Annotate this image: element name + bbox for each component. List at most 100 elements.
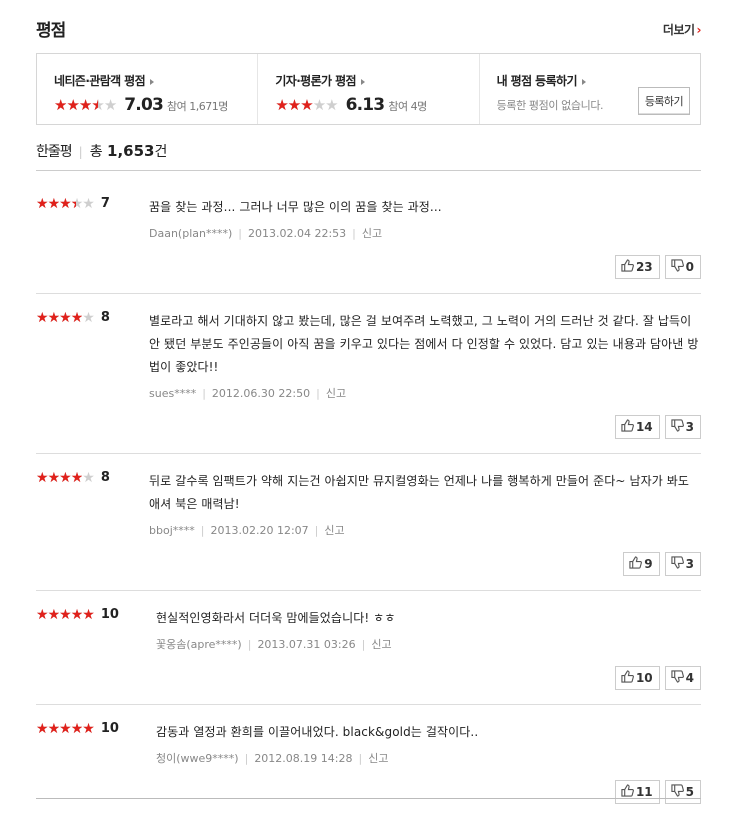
- critic-participants: 참여 4명: [388, 100, 427, 113]
- like-button[interactable]: 10: [614, 666, 660, 690]
- review-item: ★ ★ ★ ★ ★ ★ ★ ★ ★ 8 뒤로 갈수록 임팩트가 약해 지는건 아쉽지만 뮤지컬영화…: [36, 454, 701, 591]
- star-icon: ★★: [59, 606, 72, 623]
- review-user[interactable]: bboj****: [149, 524, 195, 537]
- review-user[interactable]: Daan(plan****): [149, 227, 232, 240]
- dislike-count: 3: [685, 420, 694, 434]
- like-button[interactable]: 14: [614, 415, 660, 439]
- star-icon: ★★: [36, 606, 49, 623]
- review-user[interactable]: 청이(wwe9****): [156, 752, 239, 765]
- star-icon: ★★: [59, 309, 72, 326]
- review-point: 8: [100, 310, 110, 325]
- review-point: 8: [100, 470, 110, 485]
- review-item: ★★★★★★★★★7 꿈을 찾는 과정... 그러나 너무 많은 이의 꿈을 찾…: [36, 180, 701, 294]
- like-button[interactable]: 11: [614, 780, 660, 804]
- thumbs-up-icon: [621, 259, 636, 275]
- review-item: ★ ★ ★ ★ ★ ★ ★ ★ ★ 8 별로라고 해서 기대하지 않고 봤는데, 많은 걸 보여주…: [36, 294, 701, 454]
- triangle-right-icon: [150, 78, 155, 85]
- meta-divider: |: [238, 227, 242, 240]
- like-count: 9: [644, 557, 653, 571]
- star-icon: ★★: [78, 96, 92, 114]
- like-count: 10: [635, 671, 653, 685]
- netizen-score: 네티즌·관람객 평점 ★★★★★★★★★ 7.03 참여 1,671명: [37, 54, 257, 124]
- star-icon: ★★: [59, 195, 72, 212]
- meta-divider: |: [244, 752, 249, 765]
- review-star-rating: ★★★★★★★★★: [36, 309, 95, 326]
- netizen-star-rating: ★★★★★★★★★: [54, 96, 117, 114]
- review-date: 2012.08.19 14:28: [254, 752, 353, 765]
- star-icon: ★: [312, 96, 326, 114]
- star-icon: ★★: [70, 195, 84, 212]
- total-count: 1,653: [107, 142, 155, 160]
- dislike-count: 3: [685, 557, 694, 571]
- star-icon: ★★: [36, 309, 49, 326]
- report-link[interactable]: 신고: [368, 752, 388, 765]
- report-link[interactable]: 신고: [362, 227, 382, 240]
- star-icon: ★★: [59, 469, 72, 486]
- dislike-button[interactable]: 3: [664, 552, 701, 576]
- meta-divider: |: [202, 387, 206, 400]
- thumbs-down-icon: [671, 259, 686, 275]
- dislike-count: 5: [685, 785, 694, 799]
- report-link[interactable]: 신고: [371, 638, 391, 651]
- report-link[interactable]: 신고: [326, 387, 346, 400]
- review-star-rating: ★ ★ ★ ★ ★ ★ ★ ★ ★ ★: [36, 606, 95, 623]
- report-link[interactable]: 신고: [324, 524, 344, 537]
- star-icon: ★★: [275, 96, 288, 114]
- meta-divider: |: [314, 524, 319, 537]
- review-star-rating: ★★★★★★★★★: [36, 469, 95, 486]
- dislike-button[interactable]: 0: [664, 255, 701, 279]
- critic-score-value: 6.13: [345, 95, 386, 115]
- review-user[interactable]: 꽃옹솜(apre****): [156, 638, 242, 651]
- my-score-title: 내 평점 등록하기: [496, 74, 578, 88]
- review-text: 뒤로 갈수록 임팩트가 약해 지는건 아쉽지만 뮤지컬영화는 언제나 나를 행복…: [149, 474, 690, 511]
- register-score-button[interactable]: 등록하기: [637, 87, 690, 115]
- like-button[interactable]: 9: [623, 552, 660, 576]
- my-score: 내 평점 등록하기 등록한 평점이 없습니다. 등록하기: [478, 54, 700, 124]
- like-count: 23: [635, 260, 653, 274]
- like-button[interactable]: 23: [614, 255, 660, 279]
- review-point: 7: [100, 196, 110, 211]
- chevron-right-icon: ›: [696, 23, 702, 37]
- star-icon: ★★: [36, 720, 49, 737]
- review-item: ★ ★ ★ ★ ★ ★ ★ ★ ★ ★ 10 감동과 열정과 환희를 이끌어내었다. black&g…: [36, 705, 701, 817]
- thumbs-down-icon: [671, 556, 686, 572]
- meta-divider: |: [358, 752, 363, 765]
- star-icon: ★★: [54, 96, 67, 114]
- netizen-score-title: 네티즌·관람객 평점: [54, 74, 146, 88]
- netizen-score-title-link[interactable]: 네티즌·관람객 평점: [54, 72, 257, 89]
- star-icon: ★★: [36, 469, 49, 486]
- star-icon: ★: [103, 96, 117, 114]
- dislike-count: 0: [685, 260, 694, 274]
- more-link[interactable]: 더보기 ›: [663, 21, 702, 38]
- star-icon: ★★: [82, 720, 95, 737]
- star-icon: ★★: [66, 96, 79, 114]
- meta-divider: |: [352, 227, 356, 240]
- review-list-title: 한줄평: [36, 144, 73, 160]
- star-icon: ★★: [59, 720, 72, 737]
- critic-score: 기자·평론가 평점 ★ ★ ★ ★ ★ ★ ★ ★ 6.13 참여 4명: [257, 54, 478, 124]
- star-icon: ★: [82, 309, 95, 326]
- dislike-button[interactable]: 5: [664, 780, 701, 804]
- critic-score-title-link[interactable]: 기자·평론가 평점: [275, 72, 478, 89]
- star-icon: ★★: [47, 720, 61, 737]
- review-list-header: 한줄평 | 총 1,653건: [36, 141, 701, 171]
- dislike-button[interactable]: 4: [664, 666, 701, 690]
- review-user[interactable]: sues****: [149, 387, 196, 400]
- dislike-button[interactable]: 3: [664, 415, 701, 439]
- star-icon: ★★: [91, 96, 104, 114]
- critic-score-title: 기자·평론가 평점: [275, 74, 356, 88]
- review-item: ★ ★ ★ ★ ★ ★ ★ ★ ★ ★ 10 현실적인영화라서 더더욱 맘에들었습니다! ㅎㅎ 꽃옹…: [36, 591, 701, 705]
- triangle-right-icon: [581, 78, 586, 85]
- netizen-score-value: 7.03: [124, 95, 164, 115]
- review-text: 현실적인영화라서 더더욱 맘에들었습니다! ㅎㅎ: [156, 611, 396, 625]
- meta-divider: |: [316, 387, 320, 400]
- star-icon: ★★: [47, 195, 61, 212]
- thumbs-up-icon: [629, 556, 644, 572]
- score-summary-box: 네티즌·관람객 평점 ★★★★★★★★★ 7.03 참여 1,671명 기자·평…: [36, 53, 701, 125]
- review-date: 2013.07.31 03:26: [257, 638, 356, 651]
- star-icon: ★: [82, 195, 95, 212]
- star-icon: ★: [82, 469, 95, 486]
- meta-divider: |: [361, 638, 366, 651]
- total-suffix: 건: [154, 144, 168, 160]
- bottom-divider: [36, 798, 701, 799]
